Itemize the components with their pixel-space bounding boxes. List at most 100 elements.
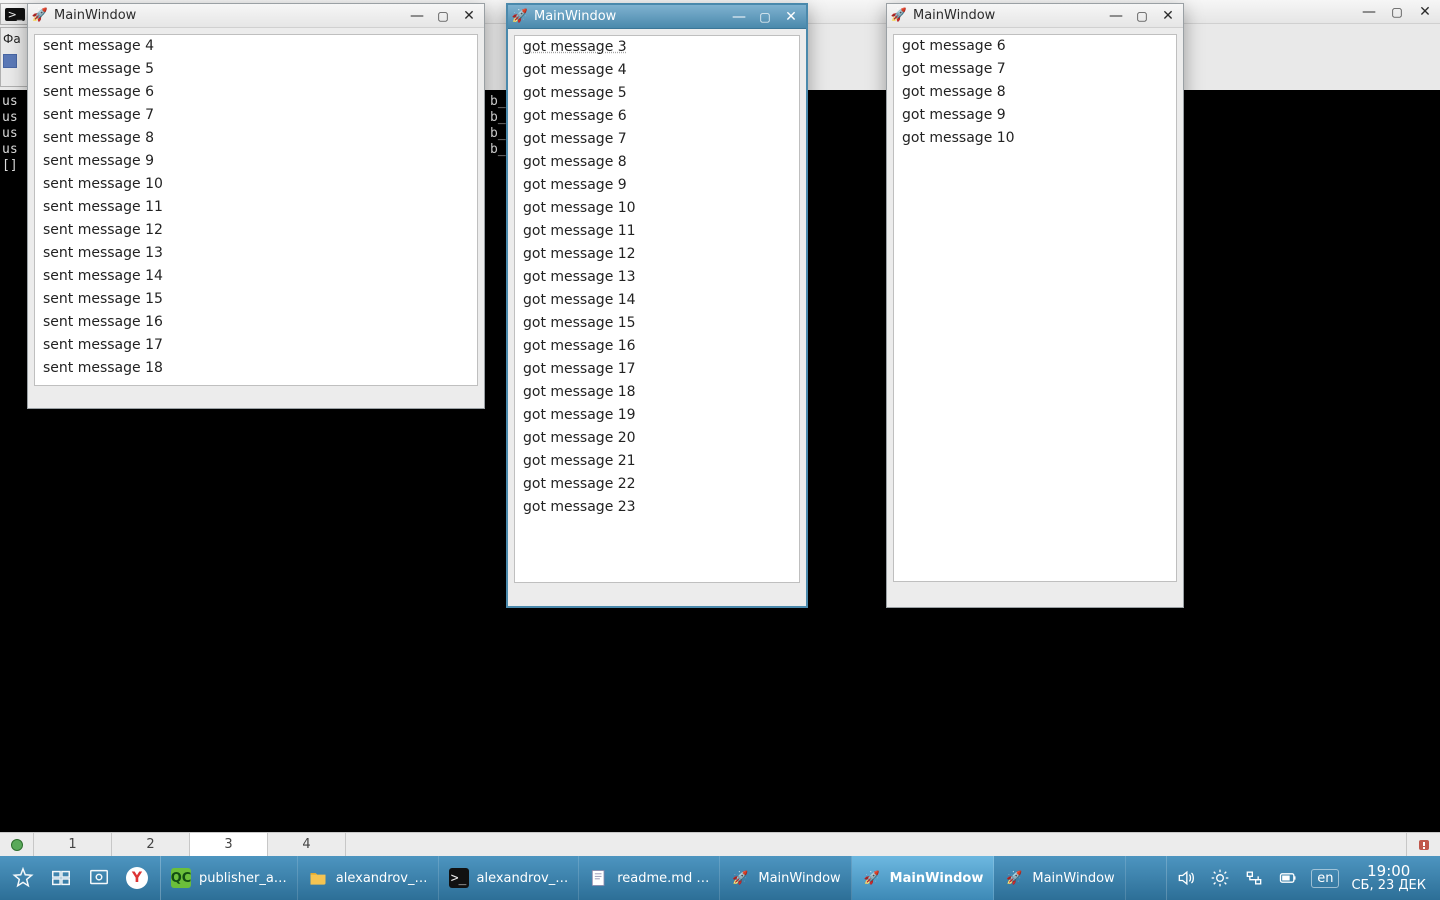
taskbar-app-label: publisher_a…: [199, 871, 287, 886]
list-item[interactable]: got message 9: [515, 174, 799, 197]
taskbar-app[interactable]: QCpublisher_a…: [161, 856, 298, 900]
list-item[interactable]: sent message 5: [35, 58, 477, 81]
list-item[interactable]: sent message 14: [35, 265, 477, 288]
pager-start-icon[interactable]: [0, 833, 34, 856]
workspace-cell[interactable]: 3: [190, 833, 268, 856]
volume-icon[interactable]: [1175, 867, 1197, 889]
list-item[interactable]: got message 4: [515, 59, 799, 82]
list-item[interactable]: got message 11: [515, 220, 799, 243]
show-desktop-button[interactable]: [80, 856, 118, 900]
list-item[interactable]: got message 3: [515, 36, 799, 59]
window-title: MainWindow: [913, 8, 1107, 23]
list-item[interactable]: got message 17: [515, 358, 799, 381]
mainwindow-right[interactable]: 🚀 MainWindow — ▢ ✕ got message 6got mess…: [886, 3, 1184, 608]
minimize-icon[interactable]: —: [408, 9, 426, 23]
close-icon[interactable]: ✕: [1159, 9, 1177, 23]
titlebar[interactable]: 🚀 MainWindow — ▢ ✕: [28, 4, 484, 28]
list-item[interactable]: got message 6: [894, 35, 1176, 58]
list-item[interactable]: got message 16: [515, 335, 799, 358]
list-item[interactable]: sent message 7: [35, 104, 477, 127]
maximize-icon[interactable]: ▢: [1388, 5, 1406, 19]
list-item[interactable]: got message 6: [515, 105, 799, 128]
list-item[interactable]: got message 5: [515, 82, 799, 105]
list-item[interactable]: got message 21: [515, 450, 799, 473]
pager-notification-icon[interactable]: [1406, 833, 1440, 856]
list-item[interactable]: got message 22: [515, 473, 799, 496]
list-item[interactable]: sent message 8: [35, 127, 477, 150]
yandex-browser-button[interactable]: Y: [118, 856, 156, 900]
app-rocket-icon: 🚀: [891, 8, 907, 24]
taskbar-app[interactable]: >_ alexandrov_…: [439, 856, 580, 900]
list-item[interactable]: got message 13: [515, 266, 799, 289]
workspace-cell[interactable]: 2: [112, 833, 190, 856]
workspaces-button[interactable]: [42, 856, 80, 900]
message-listbox[interactable]: sent message 4sent message 5sent message…: [34, 34, 478, 386]
close-icon[interactable]: ✕: [1416, 5, 1434, 19]
list-item[interactable]: got message 9: [894, 104, 1176, 127]
brightness-icon[interactable]: [1209, 867, 1231, 889]
clock-time: 19:00: [1351, 863, 1426, 880]
list-item[interactable]: sent message 17: [35, 334, 477, 357]
maximize-icon[interactable]: ▢: [756, 10, 774, 24]
list-item[interactable]: sent message 10: [35, 173, 477, 196]
message-listbox[interactable]: got message 6got message 7got message 8g…: [893, 34, 1177, 582]
mainwindow-middle[interactable]: 🚀 MainWindow — ▢ ✕ got message 3got mess…: [506, 3, 808, 608]
list-item[interactable]: got message 7: [894, 58, 1176, 81]
taskbar-app[interactable]: 🚀MainWindow: [852, 856, 995, 900]
close-icon[interactable]: ✕: [782, 10, 800, 24]
list-item[interactable]: got message 14: [515, 289, 799, 312]
clock[interactable]: 19:00 СБ, 23 ДЕК: [1351, 863, 1432, 894]
taskbar-app-label: alexandrov_…: [336, 871, 428, 886]
list-item[interactable]: got message 7: [515, 128, 799, 151]
taskbar-launchers: Y: [0, 856, 161, 900]
taskbar: Y QCpublisher_a… alexandrov_… >_ alexandrov…: [0, 856, 1440, 900]
terminal-line: us: [2, 110, 18, 126]
list-item[interactable]: got message 20: [515, 427, 799, 450]
minimize-icon[interactable]: —: [730, 10, 748, 24]
list-item[interactable]: got message 12: [515, 243, 799, 266]
terminal-peek-mid: b_ b_ b_ b_: [490, 94, 506, 158]
list-item[interactable]: sent message 12: [35, 219, 477, 242]
list-item[interactable]: got message 10: [894, 127, 1176, 150]
terminal-icon: >_: [449, 868, 469, 888]
taskbar-app-label: alexandrov_…: [477, 871, 569, 886]
minimize-icon[interactable]: —: [1107, 9, 1125, 23]
message-listbox[interactable]: got message 3got message 4got message 5g…: [514, 35, 800, 583]
workspace-pager: 1234: [0, 832, 1440, 856]
taskbar-app[interactable]: alexandrov_…: [298, 856, 439, 900]
list-item[interactable]: sent message 4: [35, 35, 477, 58]
list-item[interactable]: sent message 6: [35, 81, 477, 104]
keyboard-layout-indicator[interactable]: en: [1311, 869, 1339, 888]
list-item[interactable]: got message 18: [515, 381, 799, 404]
list-item[interactable]: got message 19: [515, 404, 799, 427]
list-item[interactable]: sent message 16: [35, 311, 477, 334]
list-item[interactable]: sent message 13: [35, 242, 477, 265]
taskbar-app[interactable]: 🚀MainWindow: [994, 856, 1125, 900]
list-item[interactable]: got message 15: [515, 312, 799, 335]
minimize-icon[interactable]: —: [1360, 5, 1378, 19]
list-item[interactable]: sent message 15: [35, 288, 477, 311]
terminal-line: us: [2, 126, 18, 142]
list-item[interactable]: got message 10: [515, 197, 799, 220]
list-item[interactable]: got message 23: [515, 496, 799, 519]
app-rocket-icon: 🚀: [32, 8, 48, 24]
close-icon[interactable]: ✕: [460, 9, 478, 23]
workspace-cell[interactable]: 4: [268, 833, 346, 856]
terminal-peek-body: us us us us []: [2, 94, 18, 174]
list-item[interactable]: got message 8: [894, 81, 1176, 104]
list-item[interactable]: sent message 18: [35, 357, 477, 380]
mainwindow-left[interactable]: 🚀 MainWindow — ▢ ✕ sent message 4sent me…: [27, 3, 485, 409]
titlebar[interactable]: 🚀 MainWindow — ▢ ✕: [508, 5, 806, 29]
taskbar-app[interactable]: 🚀MainWindow: [720, 856, 851, 900]
maximize-icon[interactable]: ▢: [434, 9, 452, 23]
taskbar-app[interactable]: readme.md …: [579, 856, 720, 900]
titlebar[interactable]: 🚀 MainWindow — ▢ ✕: [887, 4, 1183, 28]
network-icon[interactable]: [1243, 867, 1265, 889]
workspace-cell[interactable]: 1: [34, 833, 112, 856]
start-menu-button[interactable]: [4, 856, 42, 900]
maximize-icon[interactable]: ▢: [1133, 9, 1151, 23]
list-item[interactable]: sent message 9: [35, 150, 477, 173]
battery-icon[interactable]: [1277, 867, 1299, 889]
list-item[interactable]: sent message 11: [35, 196, 477, 219]
list-item[interactable]: got message 8: [515, 151, 799, 174]
